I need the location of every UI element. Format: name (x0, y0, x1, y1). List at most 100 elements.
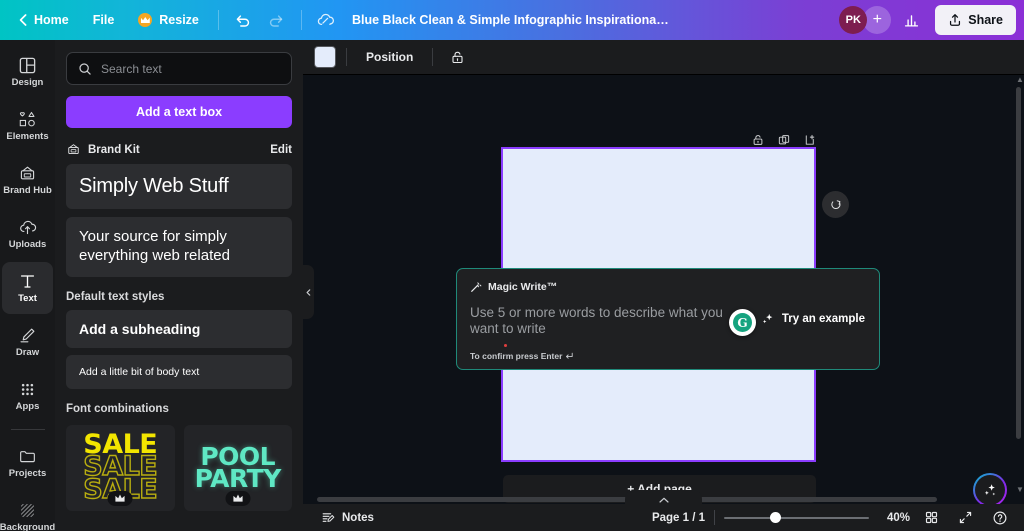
font-combination-sale[interactable]: SALE SALE SALE (66, 424, 175, 511)
crown-icon (115, 494, 125, 502)
font-combinations-label: Font combinations (66, 402, 169, 415)
sidebar-item-label: Apps (15, 401, 40, 413)
chevron-up-icon (658, 497, 669, 503)
text-style-label: Add a little bit of body text (79, 365, 200, 378)
brand-kit-title: Brand Kit (88, 143, 140, 156)
pro-crown-badge (225, 490, 251, 506)
top-bar-left-group: Home File Resize (8, 5, 342, 35)
font-combination-pool-party[interactable]: POOL PARTY (183, 424, 292, 511)
chevron-left-icon (19, 14, 27, 26)
position-button[interactable]: Position (357, 44, 422, 70)
sidebar-item-design[interactable]: Design (2, 46, 53, 98)
top-bar: Home File Resize Blue Black Clean & Simp… (0, 0, 1024, 40)
canvas-viewport[interactable]: Magic Write™ Use 5 or more words to desc… (303, 75, 1024, 531)
toolbar-divider-2 (300, 10, 302, 30)
notes-button[interactable]: Notes (315, 507, 380, 528)
spellcheck-marker (504, 344, 507, 347)
sidebar-item-uploads[interactable]: Uploads (2, 208, 53, 260)
redo-icon (270, 14, 283, 27)
draw-pen-icon (20, 328, 35, 343)
brand-kit-card-subtitle[interactable]: Your source for simply everything web re… (66, 217, 292, 277)
try-an-example-button[interactable]: Try an example (761, 312, 865, 326)
insights-button[interactable] (895, 5, 927, 35)
magic-wand-icon (471, 282, 482, 292)
magic-studio-button[interactable] (973, 473, 1007, 507)
magic-write-dialog[interactable]: Magic Write™ Use 5 or more words to desc… (456, 268, 880, 370)
avatar[interactable]: PK (839, 6, 868, 34)
brand-kit-card-title[interactable]: Simply Web Stuff (66, 164, 292, 209)
rail-divider (10, 429, 45, 430)
cloud-sync-button[interactable] (310, 5, 342, 35)
rotate-handle[interactable] (822, 191, 849, 218)
vertical-scrollbar[interactable]: ▲ ▼ (1013, 75, 1024, 496)
design-grid-icon (19, 57, 36, 74)
resize-button[interactable]: Resize (127, 5, 210, 35)
file-menu-button[interactable]: File (82, 5, 126, 35)
left-rail: Design Elements Brand Hub Uploads Text D… (0, 40, 55, 531)
page-color-swatch[interactable] (314, 46, 336, 68)
fullscreen-icon (959, 511, 972, 524)
sidebar-item-elements[interactable]: Elements (2, 100, 53, 152)
grid-view-button[interactable] (919, 507, 944, 529)
sidebar-item-apps[interactable]: Apps (2, 370, 53, 422)
top-bar-right-group: PK + Share (839, 5, 1016, 35)
page-counter: Page 1 / 1 (651, 511, 705, 524)
add-a-text-box-button[interactable]: Add a text box (66, 96, 292, 128)
sidebar-item-brand-hub[interactable]: Brand Hub (2, 154, 53, 206)
text-panel: Add a text box Brand Kit Edit Simply Web… (55, 40, 303, 531)
notes-label: Notes (342, 511, 374, 524)
text-style-label: Add a subheading (79, 320, 201, 337)
document-title[interactable]: Blue Black Clean & Simple Infographic In… (352, 13, 672, 27)
home-button[interactable]: Home (8, 5, 80, 35)
zoom-level[interactable]: 40% (878, 512, 910, 524)
text-style-subheading[interactable]: Add a subheading (66, 309, 292, 348)
unlock-icon (452, 51, 463, 63)
sidebar-item-label: Text (18, 293, 37, 305)
rotate-icon (830, 199, 840, 209)
help-button[interactable] (987, 507, 1012, 529)
search-input[interactable] (101, 61, 280, 76)
fullscreen-button[interactable] (953, 507, 978, 529)
add-collaborator-button[interactable]: + (863, 6, 892, 34)
text-style-body[interactable]: Add a little bit of body text (66, 354, 292, 389)
magic-sparkle-icon (975, 475, 1005, 505)
sidebar-item-background[interactable]: Background (0, 491, 55, 531)
brand-kit-icon (68, 144, 79, 154)
editor-area: Position Magic Write™ Use 5 or more word… (303, 40, 1024, 531)
undo-icon (237, 14, 250, 27)
search-icon (79, 62, 91, 75)
sidebar-item-label: Draw (15, 347, 40, 359)
collapse-panel-button[interactable] (303, 265, 314, 319)
notes-icon (322, 513, 335, 522)
context-divider-1 (346, 48, 347, 66)
sidebar-item-projects[interactable]: Projects (2, 437, 53, 489)
magic-write-input-placeholder[interactable]: Use 5 or more words to describe what you… (470, 305, 745, 338)
bar-chart-icon (904, 14, 918, 26)
crown-icon (138, 13, 153, 27)
default-text-styles-label: Default text styles (66, 290, 165, 303)
sidebar-item-text[interactable]: Text (2, 262, 53, 314)
vertical-scrollbar-thumb[interactable] (1016, 87, 1021, 439)
search-text-field[interactable] (66, 52, 292, 85)
grammarly-icon[interactable]: G (729, 309, 756, 336)
share-button-label: Share (968, 13, 1003, 27)
sidebar-item-draw[interactable]: Draw (2, 316, 53, 368)
lock-button[interactable] (443, 44, 471, 70)
projects-folder-icon (20, 451, 35, 463)
redo-button[interactable] (261, 5, 293, 35)
share-button[interactable]: Share (935, 5, 1016, 35)
confirm-hint: To confirm press Enter (470, 351, 574, 361)
zoom-slider[interactable] (724, 510, 869, 525)
scroll-up-arrow[interactable]: ▲ (1016, 76, 1024, 84)
crown-icon (233, 494, 243, 502)
font-combinations-row: SALE SALE SALE POOL PARTY (66, 424, 292, 511)
chevron-left-icon (306, 288, 311, 296)
undo-button[interactable] (227, 5, 259, 35)
scroll-down-arrow[interactable]: ▼ (1016, 486, 1024, 494)
brand-kit-edit-link[interactable]: Edit (270, 144, 292, 156)
text-t-icon (20, 275, 35, 288)
zoom-slider-knob[interactable] (770, 512, 781, 523)
duplicate-page-icon (778, 135, 790, 145)
brand-kit-card-text: Your source for simply everything web re… (79, 228, 230, 264)
sidebar-item-label: Uploads (8, 239, 47, 251)
